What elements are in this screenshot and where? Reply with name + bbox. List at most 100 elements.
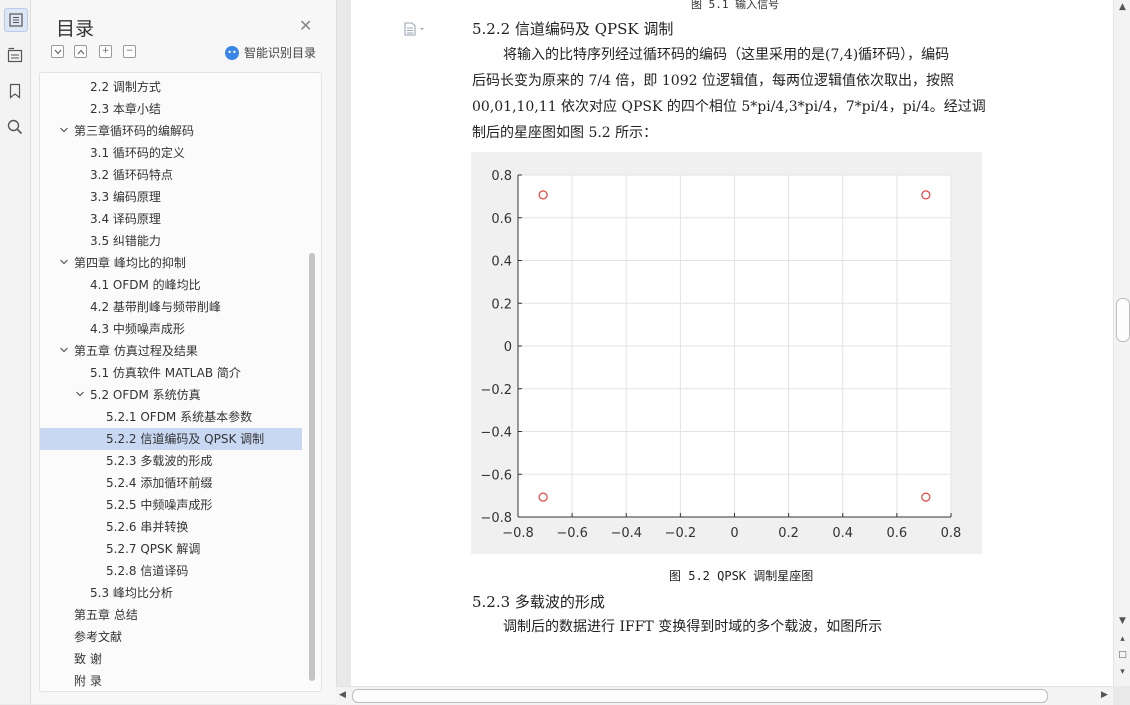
scroll-right-icon[interactable]: ▶: [1101, 690, 1108, 700]
section-heading: 5.2.2 信道编码及 QPSK 调制: [472, 20, 674, 38]
toc-item-label: 第五章 仿真过程及结果: [74, 344, 198, 358]
y-tick-label: 0.6: [491, 212, 512, 227]
x-tick-label: 0.8: [941, 526, 962, 541]
paragraph-line-2: 后码长变为原来的 7/4 倍，即 1092 位逻辑值，每两位逻辑值依次取出，按照: [472, 73, 954, 89]
next-section-heading: 5.2.3 多载波的形成: [472, 593, 605, 611]
x-tick-label: 0.4: [832, 526, 853, 541]
sidebar-icon-bar: [0, 0, 31, 704]
chevron-down-icon[interactable]: [59, 257, 69, 267]
toc-item-label: 5.2.1 OFDM 系统基本参数: [106, 410, 253, 424]
toc-item[interactable]: 5.2.2 信道编码及 QPSK 调制: [40, 428, 302, 450]
scroll-left-icon[interactable]: ◀: [339, 690, 346, 700]
toc-item-label: 3.3 编码原理: [90, 190, 161, 204]
toc-item[interactable]: 第五章 仿真过程及结果: [40, 340, 302, 362]
toc-item-label: 5.2.2 信道编码及 QPSK 调制: [106, 432, 265, 446]
toc-item[interactable]: 5.2 OFDM 系统仿真: [40, 384, 302, 406]
page-up-icon[interactable]: ▴: [1117, 634, 1128, 644]
toc-item-label: 5.3 峰均比分析: [90, 586, 173, 600]
toc-item[interactable]: 3.1 循环码的定义: [40, 142, 302, 164]
x-tick-label: −0.2: [665, 526, 697, 541]
toc-item[interactable]: 4.2 基带削峰与频带削峰: [40, 296, 302, 318]
vertical-scroll-thumb[interactable]: [1116, 298, 1130, 342]
y-tick-label: 0.4: [491, 255, 512, 270]
page-down-icon[interactable]: ▾: [1117, 667, 1128, 677]
chevron-down-icon[interactable]: [75, 389, 85, 399]
toc-scrollbar[interactable]: [309, 253, 315, 681]
x-tick-label: −0.8: [502, 526, 534, 541]
expand-all-icon[interactable]: +: [99, 45, 112, 58]
page-select-icon[interactable]: □: [1117, 650, 1128, 660]
toc-item[interactable]: 5.2.7 QPSK 解调: [40, 538, 302, 560]
toc-item[interactable]: 4.1 OFDM 的峰均比: [40, 274, 302, 296]
toc-item[interactable]: 致 谢: [40, 648, 302, 670]
toc-item[interactable]: 5.2.4 添加循环前缀: [40, 472, 302, 494]
y-tick-label: −0.8: [480, 511, 512, 526]
collapse-all-icon[interactable]: −: [123, 45, 136, 58]
toc-item[interactable]: 第四章 峰均比的抑制: [40, 252, 302, 274]
vertical-scrollbar[interactable]: ▲ ▼ ▴ □ ▾: [1113, 0, 1130, 686]
bookmark-icon[interactable]: [4, 80, 26, 102]
page-options-icon[interactable]: [404, 21, 426, 40]
toc-item-label: 5.2.8 信道译码: [106, 564, 189, 578]
search-icon[interactable]: [4, 116, 26, 138]
toc-item[interactable]: 4.3 中频噪声成形: [40, 318, 302, 340]
y-tick-label: 0.8: [491, 169, 512, 184]
toc-item-label: 附 录: [74, 674, 102, 688]
toc-item-label: 3.4 译码原理: [90, 212, 161, 226]
toc-item-label: 3.5 纠错能力: [90, 234, 161, 248]
toc-item[interactable]: 第五章 总结: [40, 604, 302, 626]
toc-item[interactable]: 5.1 仿真软件 MATLAB 简介: [40, 362, 302, 384]
toc-item[interactable]: 参考文献: [40, 626, 302, 648]
toc-item[interactable]: 3.3 编码原理: [40, 186, 302, 208]
toc-item-label: 2.2 调制方式: [90, 80, 161, 94]
constellation-chart: −0.8 −0.6 −0.4 −0.2 0 0.2 0.4 0.6 0.8 −0.8 −0.6 −0.…: [480, 169, 962, 541]
toc-item[interactable]: 2.2 调制方式: [40, 76, 302, 98]
toc-item-label: 3.2 循环码特点: [90, 168, 173, 182]
close-icon[interactable]: ✕: [299, 16, 312, 35]
toc-item[interactable]: 附 录: [40, 670, 302, 691]
toc-item[interactable]: 2.3 本章小结: [40, 98, 302, 120]
horizontal-scroll-thumb[interactable]: [352, 689, 1048, 703]
y-tick-label: −0.4: [480, 426, 512, 441]
navigation-icon[interactable]: [4, 44, 26, 66]
chevron-down-icon[interactable]: [59, 125, 69, 135]
smart-toc-label: 智能识别目录: [244, 46, 317, 60]
toc-item[interactable]: 5.2.8 信道译码: [40, 560, 302, 582]
collapse-level-down-icon[interactable]: [51, 45, 64, 58]
toc-panel-title: 目录: [56, 18, 95, 40]
toc-item-label: 5.2.6 串并转换: [106, 520, 189, 534]
x-tick-label: −0.6: [556, 526, 588, 541]
x-tick-label: 0: [730, 526, 738, 541]
toc-item-label: 4.3 中频噪声成形: [90, 322, 185, 336]
paragraph-line-1: 将输入的比特序列经过循环码的编码（这里采用的是(7,4)循环码），编码: [503, 47, 950, 63]
outline-icon[interactable]: [4, 8, 28, 32]
toc-item[interactable]: 5.2.5 中频噪声成形: [40, 494, 302, 516]
scroll-down-icon[interactable]: ▼: [1117, 616, 1128, 626]
y-tick-label: 0.2: [491, 297, 512, 312]
paragraph-line-4: 制后的星座图如图 5.2 所示：: [472, 125, 658, 141]
toc-item-label: 第三章循环码的编解码: [74, 124, 195, 138]
x-tick-label: 0.2: [778, 526, 799, 541]
toc-item-label: 5.2.3 多载波的形成: [106, 454, 213, 468]
document-page: 图 5.1 输入信号 5.2.2 信道编码及 QPSK 调制 将输入的比特序列经…: [351, 0, 1113, 686]
next-paragraph: 调制后的数据进行 IFFT 变换得到时域的多个载波，如图所示: [503, 619, 883, 635]
toc-item[interactable]: 3.2 循环码特点: [40, 164, 302, 186]
scroll-up-icon[interactable]: ▲: [1117, 2, 1128, 12]
collapse-level-up-icon[interactable]: [74, 45, 87, 58]
chevron-down-icon[interactable]: [59, 345, 69, 355]
smart-toc-button[interactable]: •• 智能识别目录: [225, 44, 316, 61]
toc-item[interactable]: 5.2.1 OFDM 系统基本参数: [40, 406, 302, 428]
y-tick-label: −0.2: [480, 383, 512, 398]
horizontal-scrollbar[interactable]: ◀ ▶: [336, 686, 1113, 705]
toc-item-label: 致 谢: [74, 652, 102, 666]
toc-item[interactable]: 3.4 译码原理: [40, 208, 302, 230]
toc-list: 2.2 调制方式 2.3 本章小结第三章循环码的编解码 3.1 循环码的定义 3.2 …: [39, 72, 322, 692]
toc-item-label: 5.2.7 QPSK 解调: [106, 542, 201, 556]
toc-item[interactable]: 3.5 纠错能力: [40, 230, 302, 252]
figure-caption-5-1: 图 5.1 输入信号: [691, 0, 780, 11]
toc-item[interactable]: 第三章循环码的编解码: [40, 120, 302, 142]
toc-item[interactable]: 5.3 峰均比分析: [40, 582, 302, 604]
toc-item[interactable]: 5.2.3 多载波的形成: [40, 450, 302, 472]
toc-item[interactable]: 5.2.6 串并转换: [40, 516, 302, 538]
toc-panel: 目录 ✕ + − •• 智能识别目录 2.2 调制方式 2.3 本章小结第三章循环…: [31, 0, 337, 704]
